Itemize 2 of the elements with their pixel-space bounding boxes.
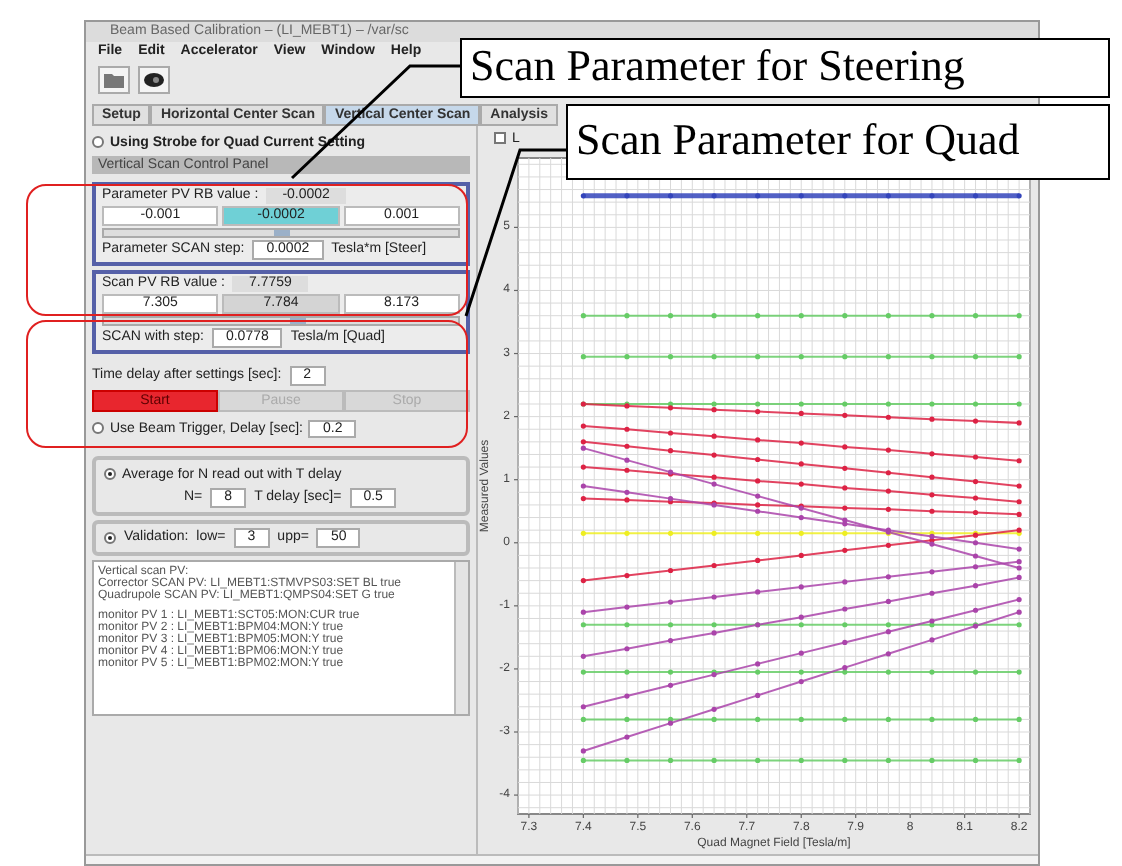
callout-label: Scan Parameter for Steering [460,38,1110,98]
callout-label: Scan Parameter for Quad [566,104,1110,180]
